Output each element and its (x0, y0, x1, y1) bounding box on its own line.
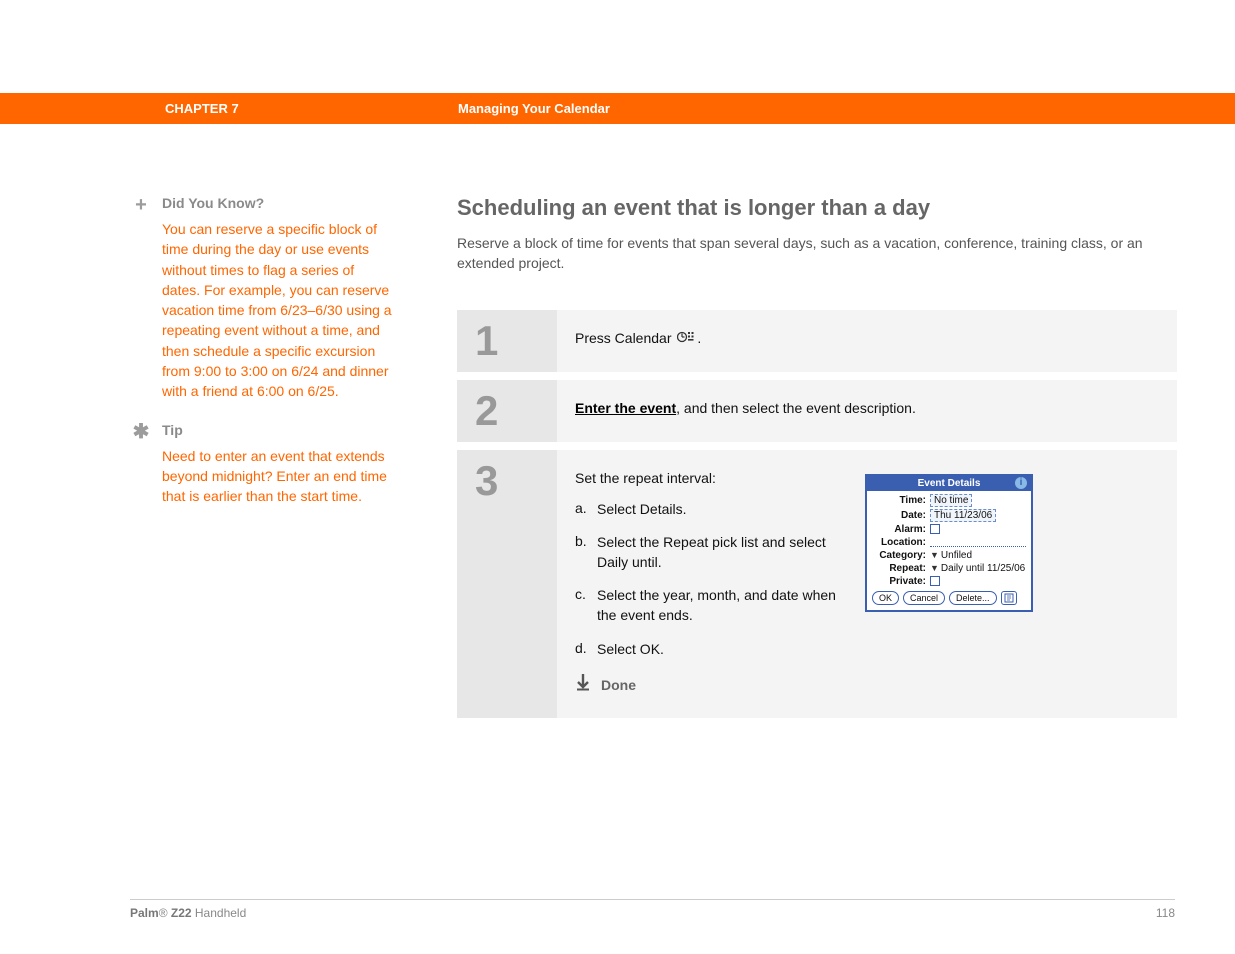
dyk-label: Did You Know? (162, 195, 264, 211)
plus-icon: + (132, 195, 150, 215)
alarm-checkbox[interactable] (930, 524, 940, 534)
arrow-down-icon (575, 673, 591, 696)
dropdown-icon[interactable]: ▼ (930, 550, 939, 560)
tip-label: Tip (162, 422, 183, 438)
dialog-title-bar: Event Details i (867, 476, 1031, 491)
repeat-label: Repeat: (872, 563, 926, 574)
chapter-header-bar: CHAPTER 7 Managing Your Calendar (0, 93, 1235, 124)
s3a-letter: a. (575, 500, 597, 520)
footer-rest: Handheld (192, 906, 247, 920)
steps-table: 1 Press Calendar . (457, 302, 1177, 727)
done-indicator: Done (575, 673, 845, 696)
chapter-label: CHAPTER 7 (165, 101, 239, 116)
category-value[interactable]: Unfiled (941, 550, 972, 561)
sidebar: + Did You Know? You can reserve a specif… (132, 195, 392, 527)
dyk-body: You can reserve a specific block of time… (162, 219, 392, 402)
info-icon[interactable]: i (1015, 477, 1027, 489)
did-you-know-box: + Did You Know? You can reserve a specif… (132, 195, 392, 402)
chapter-title: Managing Your Calendar (458, 101, 610, 116)
tip-box: ✱ Tip Need to enter an event that extend… (132, 422, 392, 507)
footer-brand: Palm (130, 906, 159, 920)
s3c-letter: c. (575, 586, 597, 625)
alarm-label: Alarm: (872, 524, 926, 535)
tip-body: Need to enter an event that extends beyo… (162, 446, 392, 507)
step1-post: . (697, 330, 701, 346)
date-value[interactable]: Thu 11/23/06 (930, 509, 996, 522)
s3d-text: Select OK. (597, 640, 845, 660)
section-heading: Scheduling an event that is longer than … (457, 195, 1177, 221)
done-label: Done (601, 677, 636, 693)
category-label: Category: (872, 550, 926, 561)
date-label: Date: (872, 510, 926, 521)
event-details-dialog: Event Details i Time: No time Date: (865, 474, 1033, 612)
page-footer: Palm® Z22 Handheld 118 (130, 899, 1175, 920)
main-content: Scheduling an event that is longer than … (457, 195, 1177, 726)
private-label: Private: (872, 576, 926, 587)
s3b-text: Select the Repeat pick list and select D… (597, 533, 845, 572)
step2-rest: , and then select the event description. (676, 400, 916, 416)
step-number-3: 3 (457, 450, 557, 719)
footer-model: Z22 (168, 906, 192, 920)
delete-button[interactable]: Delete... (949, 591, 997, 605)
s3b-letter: b. (575, 533, 597, 572)
page-number: 118 (1156, 906, 1175, 920)
dropdown-icon[interactable]: ▼ (930, 563, 939, 573)
time-value[interactable]: No time (930, 494, 972, 507)
cancel-button[interactable]: Cancel (903, 591, 945, 605)
enter-event-link[interactable]: Enter the event (575, 400, 676, 416)
step-body-2: Enter the event, and then select the eve… (557, 380, 1177, 442)
step-body-1: Press Calendar . (557, 310, 1177, 372)
note-icon[interactable] (1001, 591, 1017, 605)
ok-button[interactable]: OK (872, 591, 899, 605)
section-intro: Reserve a block of time for events that … (457, 233, 1177, 274)
star-icon: ✱ (132, 422, 150, 442)
product-name: Palm® Z22 Handheld (130, 906, 246, 920)
step-number-2: 2 (457, 380, 557, 442)
time-label: Time: (872, 495, 926, 506)
step-number-1: 1 (457, 310, 557, 372)
step1-pre: Press Calendar (575, 330, 675, 346)
calendar-icon (677, 330, 695, 347)
s3c-text: Select the year, month, and date when th… (597, 586, 845, 625)
repeat-value[interactable]: Daily until 11/25/06 (941, 563, 1025, 574)
s3a-text: Select Details. (597, 500, 845, 520)
step-body-3: Set the repeat interval: a.Select Detail… (557, 450, 1177, 719)
location-field[interactable] (930, 537, 1026, 547)
dialog-title: Event Details (918, 478, 981, 489)
private-checkbox[interactable] (930, 576, 940, 586)
step3-title: Set the repeat interval: (575, 470, 845, 486)
location-label: Location: (872, 537, 926, 548)
footer-reg: ® (159, 906, 168, 920)
s3d-letter: d. (575, 640, 597, 660)
